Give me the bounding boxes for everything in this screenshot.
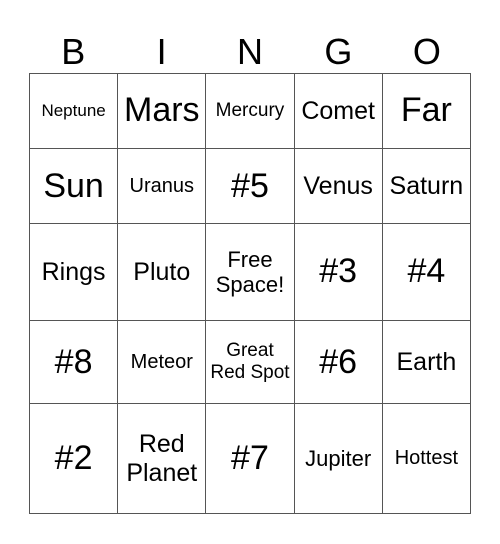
bingo-cell[interactable]: #8 xyxy=(28,319,119,405)
bingo-card: Neptune Mars Mercury Comet Far Sun Uranus #5 Ven… xyxy=(28,72,472,514)
bingo-cell[interactable]: Meteor xyxy=(117,319,207,405)
bingo-cell[interactable]: #4 xyxy=(381,223,472,321)
bingo-cell[interactable]: #7 xyxy=(205,403,295,514)
bingo-cell[interactable]: #6 xyxy=(293,319,383,405)
bingo-cell[interactable]: #3 xyxy=(293,223,383,321)
bingo-cell[interactable]: Rings xyxy=(28,223,119,321)
header-letter-i: I xyxy=(156,31,167,72)
bingo-cell[interactable]: Saturn xyxy=(381,148,472,225)
bingo-cell[interactable]: #2 xyxy=(28,403,119,514)
bingo-cell[interactable]: Red Planet xyxy=(117,403,207,514)
bingo-cell[interactable]: Neptune xyxy=(28,72,119,150)
header-letter-o: O xyxy=(412,31,441,72)
bingo-cell[interactable]: Great Red Spot xyxy=(205,319,295,405)
bingo-header: B I N G O xyxy=(29,30,471,74)
bingo-cell[interactable]: Mercury xyxy=(205,72,295,150)
bingo-row: Rings Pluto Free Space! #3 #4 xyxy=(28,223,472,321)
bingo-cell[interactable]: #5 xyxy=(205,148,295,225)
bingo-cell[interactable]: Hottest xyxy=(381,403,472,514)
header-letter-b: B xyxy=(61,31,86,72)
bingo-row: #8 Meteor Great Red Spot #6 Earth xyxy=(28,319,472,405)
bingo-cell[interactable]: Free Space! xyxy=(205,223,295,321)
header-letter-n: N xyxy=(237,31,264,72)
bingo-cell[interactable]: Far xyxy=(381,72,472,150)
bingo-row: Sun Uranus #5 Venus Saturn xyxy=(28,148,472,225)
bingo-cell[interactable]: Earth xyxy=(381,319,472,405)
bingo-cell[interactable]: Venus xyxy=(293,148,383,225)
bingo-cell[interactable]: Uranus xyxy=(117,148,207,225)
bingo-cell[interactable]: Pluto xyxy=(117,223,207,321)
bingo-cell[interactable]: Mars xyxy=(117,72,207,150)
bingo-cell[interactable]: Jupiter xyxy=(293,403,383,514)
header-letter-g: G xyxy=(324,31,353,72)
bingo-cell[interactable]: Comet xyxy=(293,72,383,150)
bingo-row: #2 Red Planet #7 Jupiter Hottest xyxy=(28,403,472,514)
bingo-cell[interactable]: Sun xyxy=(28,148,119,225)
bingo-row: Neptune Mars Mercury Comet Far xyxy=(28,72,472,150)
